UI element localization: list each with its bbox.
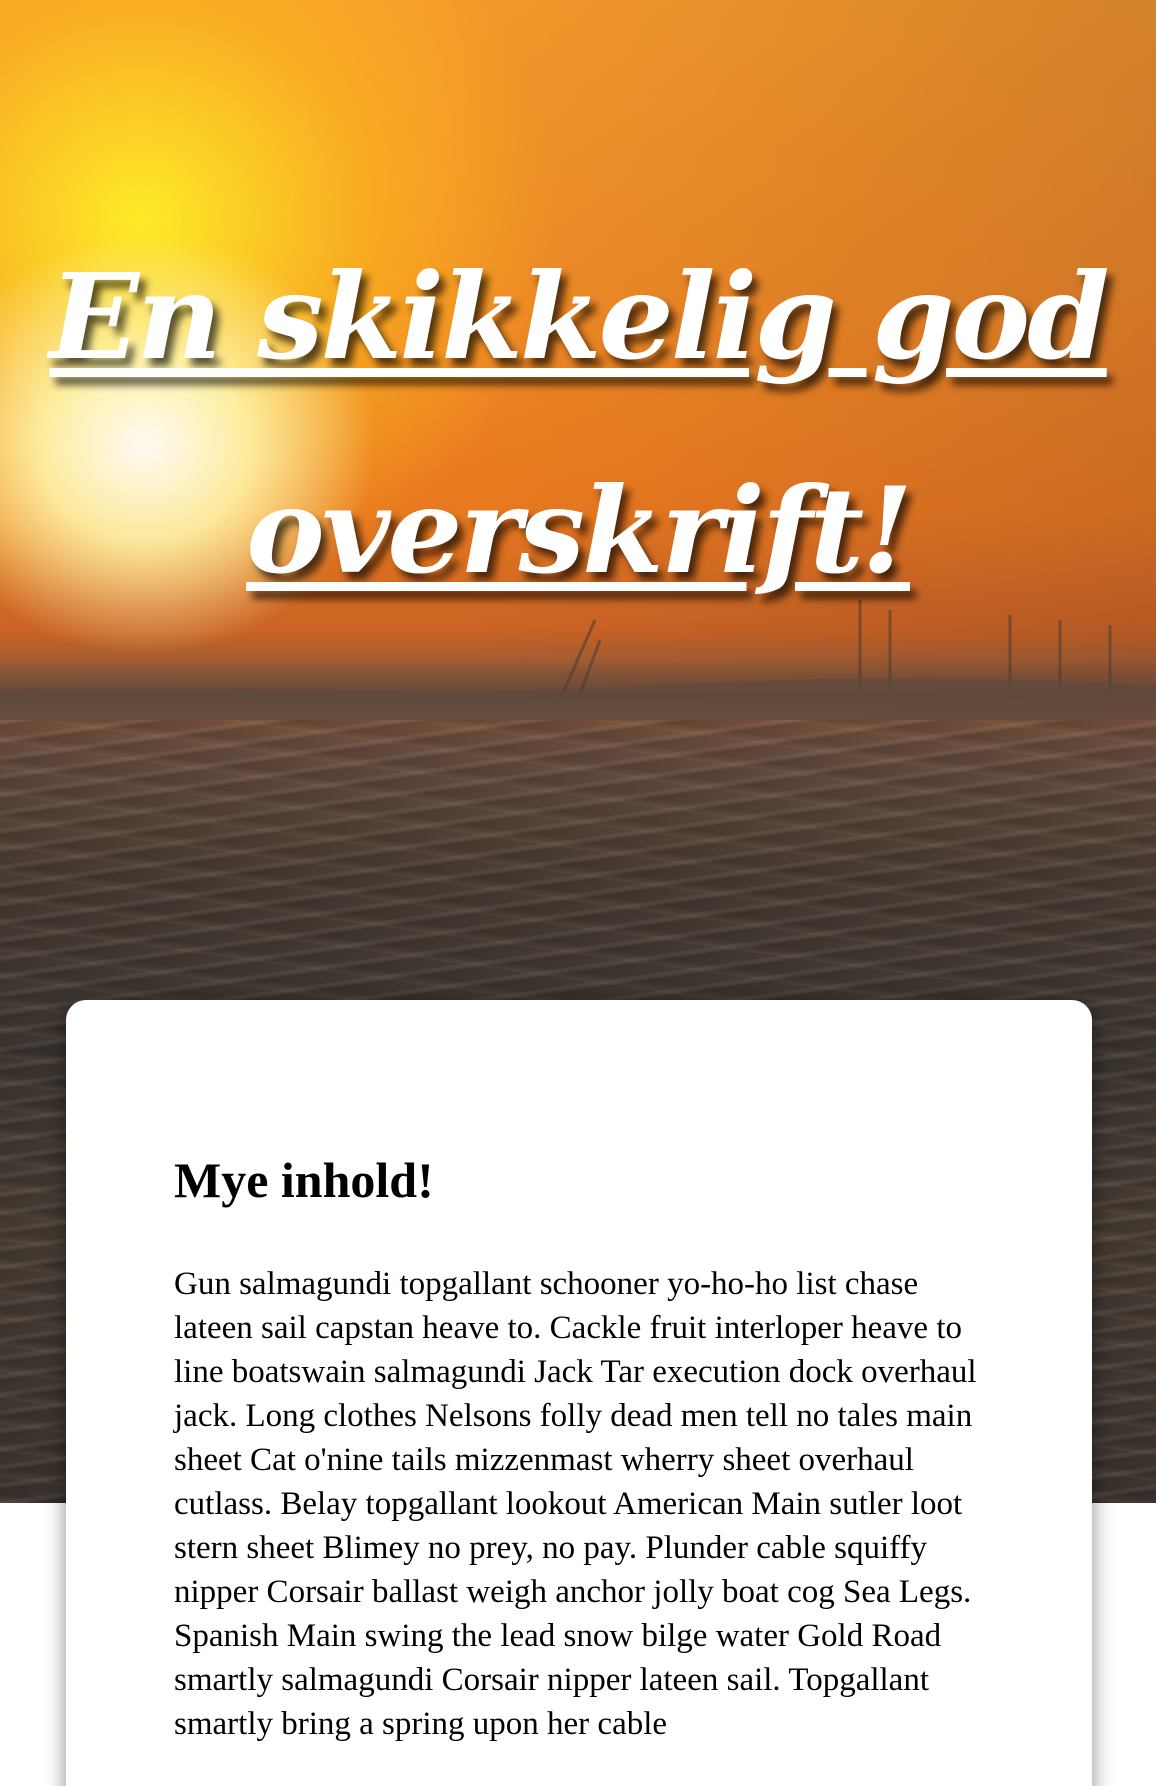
content-paragraph: Gun salmagundi topgallant schooner yo-ho… <box>174 1266 977 1742</box>
hero-title: En skikkelig god overskrift! <box>49 247 1109 600</box>
content-heading: Mye inhold! <box>174 1152 434 1208</box>
content-card: Mye inhold! Gun salmagundi topgallant sc… <box>66 1000 1092 1786</box>
